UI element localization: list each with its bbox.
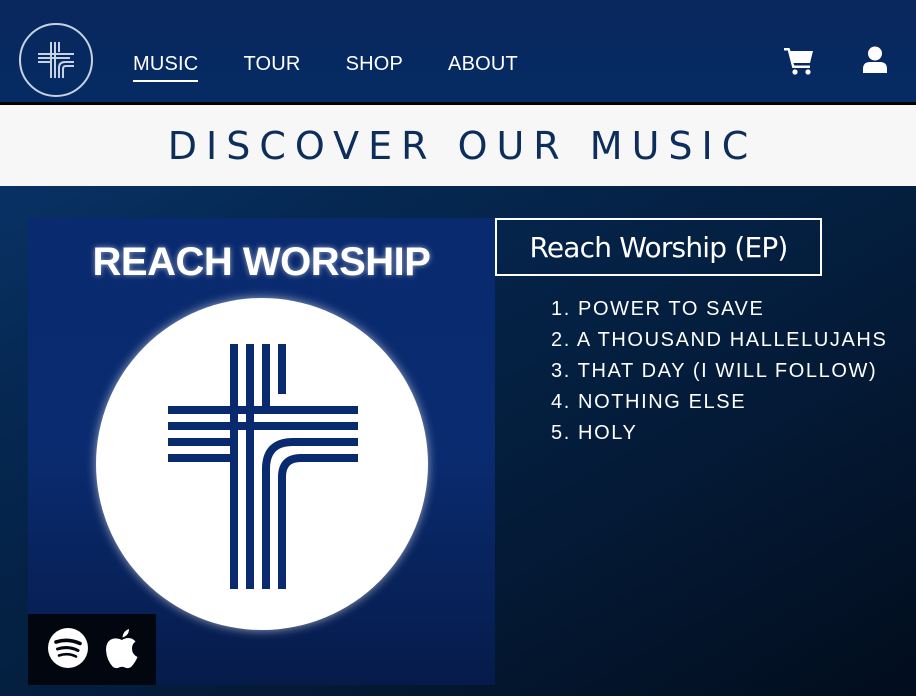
cross-logo-icon[interactable]: [19, 23, 93, 97]
page-title: DISCOVER OUR MUSIC: [167, 123, 758, 168]
nav-shop[interactable]: SHOP: [346, 52, 403, 82]
track-item[interactable]: 3. THAT DAY (I WILL FOLLOW): [551, 356, 911, 387]
cross-logo-svg: [38, 42, 74, 78]
spotify-icon[interactable]: [47, 627, 89, 669]
nav-about[interactable]: ABOUT: [448, 52, 518, 82]
album-title[interactable]: Reach Worship (EP): [495, 218, 822, 276]
main-nav: MUSIC TOUR SHOP ABOUT: [133, 52, 563, 82]
album-cover-title: REACH WORSHIP: [92, 240, 431, 284]
apple-icon[interactable]: [104, 627, 140, 669]
user-icon[interactable]: [862, 46, 888, 74]
cart-icon-svg: [784, 48, 813, 75]
track-item[interactable]: 4. NOTHING ELSE: [551, 387, 911, 418]
track-list: 1. POWER TO SAVE 2. A THOUSAND HALLELUJA…: [551, 294, 911, 449]
apple-icon-svg: [106, 629, 138, 669]
track-item[interactable]: 5. HOLY: [551, 418, 911, 449]
track-item[interactable]: 2. A THOUSAND HALLELUJAHS: [551, 325, 911, 356]
cross-icon: [168, 344, 358, 589]
user-icon-svg: [863, 46, 887, 73]
cart-icon[interactable]: [784, 47, 814, 75]
nav-music[interactable]: MUSIC: [133, 52, 199, 82]
spotify-icon-svg: [48, 628, 88, 668]
track-item[interactable]: 1. POWER TO SAVE: [551, 294, 911, 325]
nav-tour[interactable]: TOUR: [243, 52, 300, 82]
discover-banner: DISCOVER OUR MUSIC: [0, 105, 916, 186]
site-header: MUSIC TOUR SHOP ABOUT: [0, 0, 916, 105]
